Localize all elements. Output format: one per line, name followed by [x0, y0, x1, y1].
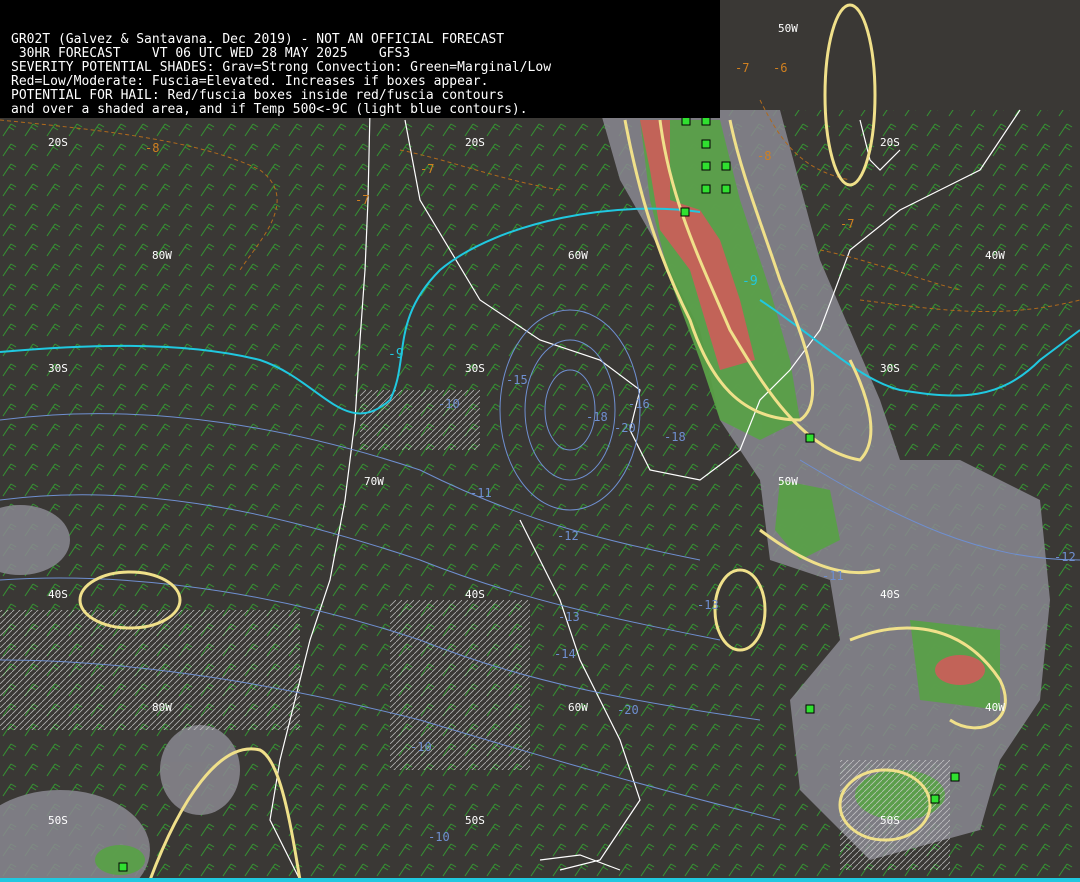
hail-box	[701, 161, 711, 171]
svg-text:-18: -18	[586, 410, 608, 424]
lon-label: 80W	[152, 249, 172, 262]
svg-text:-16: -16	[628, 397, 650, 411]
svg-text:-20: -20	[614, 421, 636, 435]
svg-text:-10: -10	[428, 830, 450, 844]
hail-box	[681, 116, 691, 126]
hail-box	[701, 116, 711, 126]
lat-label: 40S	[880, 588, 900, 601]
svg-text:-15: -15	[506, 373, 528, 387]
header-line-6: and over a shaded area, and if Temp 500<…	[11, 102, 528, 117]
header-line-1: GR02T (Galvez & Santavana. Dec 2019) - N…	[11, 32, 505, 47]
svg-text:-7: -7	[355, 193, 369, 207]
svg-text:-9: -9	[388, 347, 404, 362]
lon-label: 60W	[568, 701, 588, 714]
hail-box	[701, 184, 711, 194]
lon-label: 60W	[568, 249, 588, 262]
svg-text:-11: -11	[470, 486, 492, 500]
svg-text:-7: -7	[420, 162, 434, 176]
svg-text:-13: -13	[697, 598, 719, 612]
lat-label: 40S	[465, 588, 485, 601]
lon-label: 40W	[985, 249, 1005, 262]
hail-box	[701, 139, 711, 149]
hail-box	[118, 862, 128, 872]
svg-text:-14: -14	[554, 647, 576, 661]
svg-text:-8: -8	[757, 149, 771, 163]
lat-label: 30S	[880, 362, 900, 375]
weather-map: 20S 20S 20S 30S 30S 30S 40S 40S 40S 50S …	[0, 0, 1080, 882]
svg-text:-11: -11	[822, 569, 844, 583]
svg-text:-8: -8	[145, 141, 159, 155]
svg-text:-7: -7	[735, 61, 749, 75]
hail-box	[950, 772, 960, 782]
header-line-2: 30HR FORECAST VT 06 UTC WED 28 MAY 2025 …	[11, 46, 411, 61]
hail-box	[805, 704, 815, 714]
lat-label: 50S	[48, 814, 68, 827]
lat-label: 30S	[48, 362, 68, 375]
svg-text:-13: -13	[558, 610, 580, 624]
svg-text:-18: -18	[664, 430, 686, 444]
header-line-4: Red=Low/Moderate: Fuscia=Elevated. Incre…	[11, 74, 489, 89]
hail-box	[680, 207, 690, 217]
header-line-3: SEVERITY POTENTIAL SHADES: Grav=Strong C…	[11, 60, 552, 75]
lon-label: 70W	[364, 475, 384, 488]
lon-label: 80W	[152, 701, 172, 714]
svg-text:-12: -12	[1054, 550, 1076, 564]
lon-label: 50W	[778, 22, 798, 35]
svg-text:-6: -6	[773, 61, 787, 75]
forecast-header: GR02T (Galvez & Santavana. Dec 2019) - N…	[0, 0, 720, 118]
hail-box	[930, 794, 940, 804]
hail-box	[721, 184, 731, 194]
lat-label: 40S	[48, 588, 68, 601]
lat-label: 50S	[880, 814, 900, 827]
hail-box	[721, 161, 731, 171]
svg-text:-20: -20	[617, 703, 639, 717]
svg-text:-7: -7	[840, 217, 854, 231]
svg-text:-10: -10	[438, 397, 460, 411]
lat-label: 20S	[880, 136, 900, 149]
lat-label: 20S	[48, 136, 68, 149]
lat-label: 50S	[465, 814, 485, 827]
svg-text:-12: -12	[557, 529, 579, 543]
lat-label: 30S	[465, 362, 485, 375]
bottom-border	[0, 878, 1080, 882]
lat-label: 20S	[465, 136, 485, 149]
svg-text:-9: -9	[742, 274, 758, 289]
header-line-5: POTENTIAL FOR HAIL: Red/fuscia boxes ins…	[11, 88, 505, 103]
lon-label: 50W	[778, 475, 798, 488]
hail-box	[805, 433, 815, 443]
lon-label: 40W	[985, 701, 1005, 714]
svg-text:-10: -10	[410, 740, 432, 754]
